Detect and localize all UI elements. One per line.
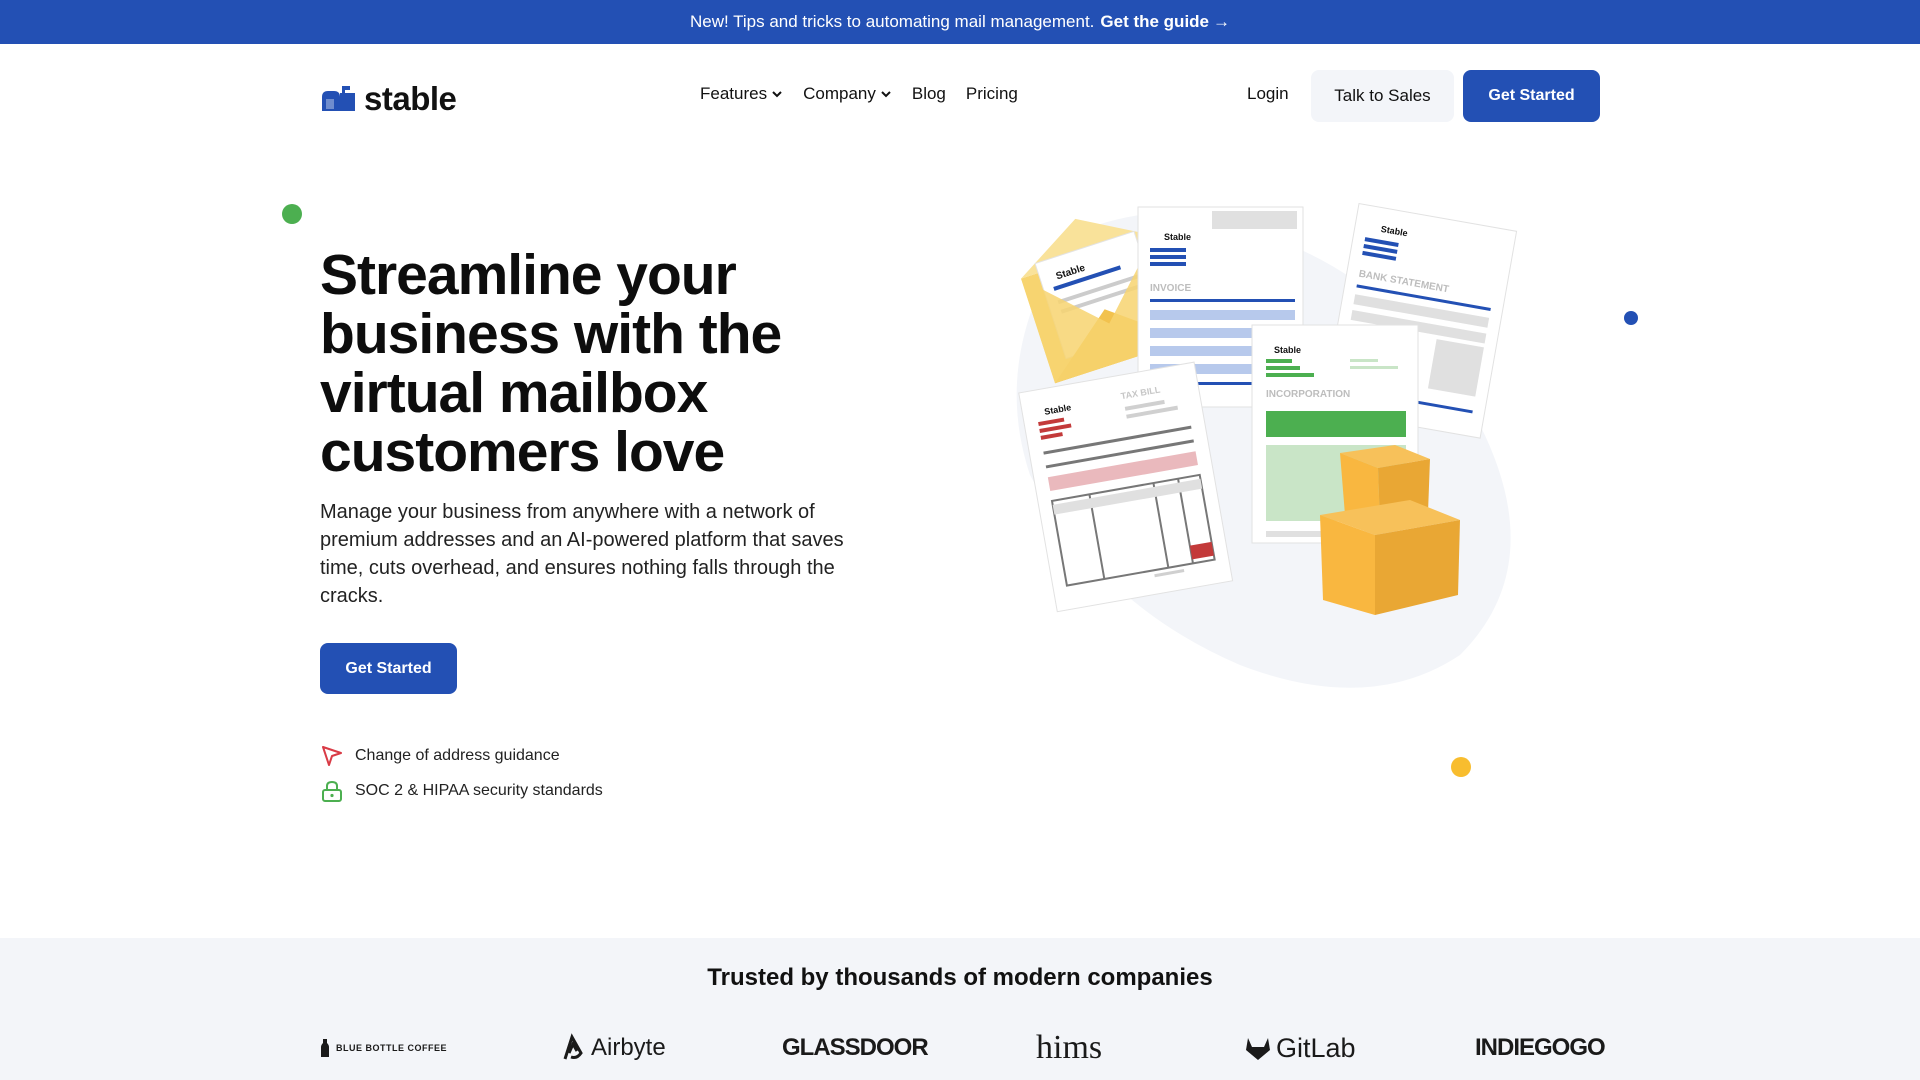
hero-description: Manage your business from anywhere with … [320,501,844,607]
logo-gitlab: GitLab [1244,1030,1356,1066]
lock-icon [320,779,344,803]
menu-company-label: Company [803,84,876,103]
logo-text: Airbyte [591,1034,666,1061]
logo-indiegogo: INDIEGOGO [1475,1030,1606,1066]
logo-blue-bottle-coffee: BLUE BOTTLE COFFEE [320,1030,447,1066]
hero-title-line: virtual mailbox [320,361,708,425]
top-nav: stable Features Company Blog Pricing Log… [0,44,1920,148]
send-arrow-icon [320,744,344,768]
menu-pricing[interactable]: Pricing [966,84,1018,104]
announcement-text: New! Tips and tricks to automating mail … [689,12,1095,31]
feature-text: Change of address guidance [355,747,560,764]
mailbox-icon [322,86,355,111]
feature-text: SOC 2 & HIPAA security standards [355,782,603,799]
logo-glassdoor: GLASSDOOR [782,1030,929,1066]
airbyte-icon [563,1033,583,1060]
hero-title: Streamline your business with the virtua… [320,246,880,482]
menu-features-label: Features [700,84,768,103]
feature-item: SOC 2 & HIPAA security standards [320,779,603,803]
trusted-title: Trusted by thousands of modern companies [707,964,1213,991]
decor-dot-yellow [1451,757,1471,777]
logo-hims: hims [1036,1029,1103,1066]
talk-to-sales-button[interactable]: Talk to Sales [1311,70,1454,122]
logo[interactable]: stable [320,80,457,118]
company-logos: BLUE BOTTLE COFFEE Airbyte GLASSDOOR him… [320,1029,1606,1070]
doc-title: INCORPORATION [1266,389,1350,400]
feature-item: Change of address guidance [320,744,560,768]
menu-features[interactable]: Features [700,84,783,104]
doc-brand: Stable [1164,232,1191,242]
logo-text: BLUE BOTTLE COFFEE [336,1043,447,1053]
hero-title-line: business with the [320,302,782,366]
main-menu: Features Company Blog Pricing [700,84,1038,104]
bottle-icon [321,1039,329,1057]
logo-text: INDIEGOGO [1475,1034,1606,1061]
hero-illustration: Stable Stable INVOICE Stable BANK STATEM… [990,195,1550,695]
doc-title: INVOICE [1150,283,1191,294]
tax-bill-document: Stable TAX BILL [1018,361,1234,613]
trusted-section: Trusted by thousands of modern companies… [0,938,1920,1080]
logo-text: stable [364,80,457,117]
chevron-down-icon [881,91,891,98]
menu-blog[interactable]: Blog [912,84,946,104]
menu-pricing-label: Pricing [965,84,1018,103]
logo-text: hims [1036,1029,1103,1066]
get-started-nav-button[interactable]: Get Started [1463,70,1600,122]
decor-dot-blue [1624,311,1638,325]
hero-title-line: customers love [320,420,725,484]
arrow-right-icon[interactable]: → [1213,12,1230,32]
menu-company[interactable]: Company [803,84,892,104]
gitlab-icon [1246,1038,1270,1060]
logo-airbyte: Airbyte [557,1030,666,1066]
logo-text: GitLab [1276,1032,1356,1063]
logo-text: GLASSDOOR [782,1034,929,1061]
decor-dot-green [282,204,302,224]
get-started-hero-button[interactable]: Get Started [320,643,457,694]
login-link[interactable]: Login [1247,84,1289,104]
announcement-bar: New! Tips and tricks to automating mail … [0,0,1920,44]
menu-blog-label: Blog [911,84,946,103]
chevron-down-icon [772,91,782,98]
doc-brand: Stable [1274,345,1301,355]
hero-title-line: Streamline your [320,243,737,307]
announcement-link[interactable]: Get the guide [1100,12,1209,32]
